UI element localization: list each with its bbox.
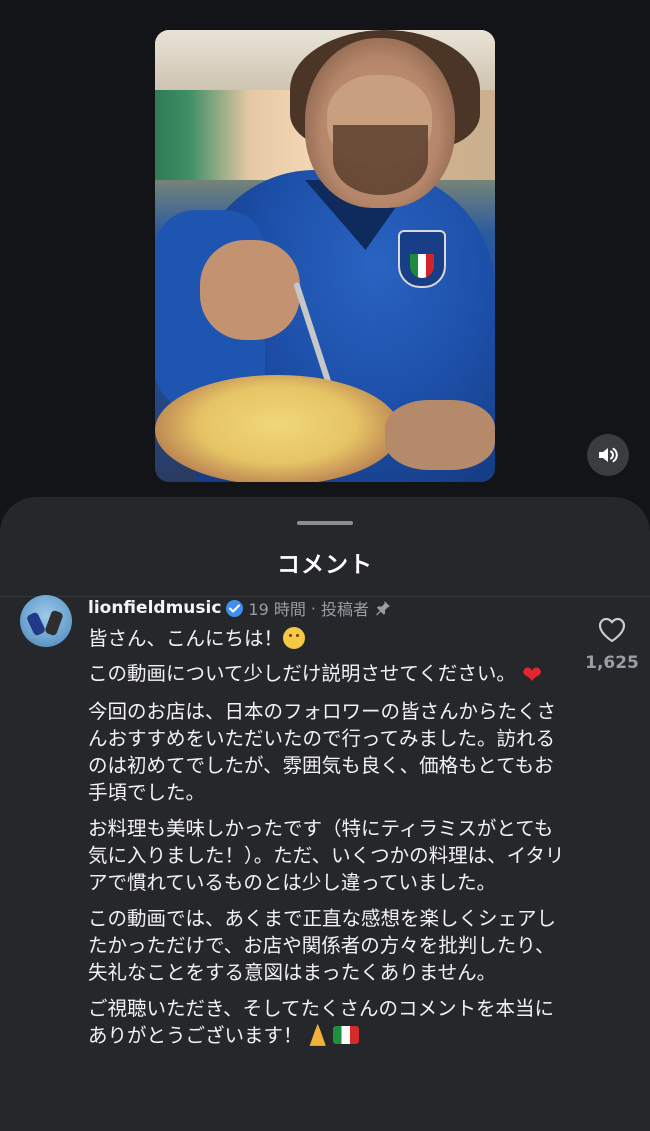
comment-paragraph: この動画について少しだけ説明させてください。 ❤ — [88, 660, 566, 689]
comment-body: 皆さん、こんにちは！ この動画について少しだけ説明させてください。 ❤ 今回のお… — [88, 625, 566, 1057]
comment-paragraph: 皆さん、こんにちは！ — [88, 625, 566, 652]
comment-meta: lionfieldmusic 19 時間 · 投稿者 — [88, 597, 392, 619]
like-area: 1,625 — [582, 617, 642, 673]
italy-flag-emoji-icon — [332, 1025, 359, 1044]
smile-emoji-icon — [283, 627, 306, 649]
mute-button[interactable] — [587, 434, 629, 476]
meta-separator: · — [310, 598, 316, 618]
comment-paragraph: 今回のお店は、日本のフォロワーの皆さんからたくさんおすすめをいただいたので行って… — [88, 699, 557, 805]
comments-sheet: コメント lionfieldmusic 19 時間 · 投稿者 皆さん、こんにち… — [0, 497, 650, 1131]
video-beard — [333, 125, 428, 195]
username-link[interactable]: lionfieldmusic — [88, 598, 221, 618]
author-tag: 投稿者 — [320, 600, 369, 619]
comment-time: 19 時間 — [248, 600, 306, 619]
verified-badge-icon — [226, 599, 244, 617]
like-count: 1,625 — [585, 653, 639, 673]
comment-paragraph: お料理も美味しかったです（特にティラミスがとても気に入りました！）。ただ、いくつ… — [88, 816, 565, 895]
avatar[interactable] — [20, 595, 72, 647]
pin-icon — [376, 601, 390, 616]
comment-paragraph: ご視聴いただき、そしてたくさんのコメントを本当にありがとうございます！ — [88, 995, 566, 1050]
heart-outline-icon[interactable] — [598, 617, 626, 643]
comment-text: 皆さん、こんにちは！ — [88, 627, 284, 650]
speaker-icon — [599, 447, 618, 463]
sheet-drag-handle[interactable] — [297, 521, 353, 525]
sheet-title: コメント — [277, 552, 373, 578]
video-hand — [200, 240, 300, 340]
comment-paragraph: この動画では、あくまで正直な感想を楽しくシェアしたかっただけで、お店や関係者の方… — [88, 906, 557, 985]
video-player[interactable] — [155, 30, 495, 482]
video-pasta-bowl — [155, 375, 400, 482]
heart-emoji-icon: ❤ — [522, 661, 543, 690]
video-other-hand — [385, 400, 495, 470]
video-italia-crest — [398, 230, 446, 288]
comment-text: この動画について少しだけ説明させてください。 — [88, 662, 516, 686]
folded-hands-emoji-icon — [309, 1023, 326, 1046]
